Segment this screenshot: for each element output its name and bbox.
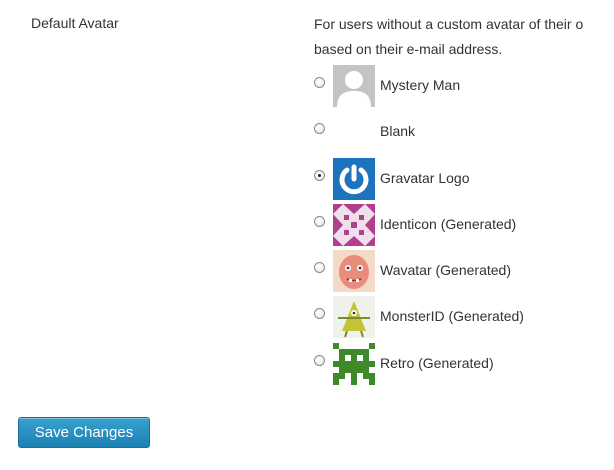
default-avatar-label: Default Avatar bbox=[31, 15, 119, 31]
gravatar-logo-avatar-icon bbox=[333, 157, 375, 200]
description-line-1: For users without a custom avatar of the… bbox=[314, 16, 584, 32]
mystery-man-avatar-icon bbox=[333, 65, 375, 107]
wavatar-avatar-icon bbox=[333, 250, 375, 293]
radio-retro[interactable] bbox=[314, 354, 325, 366]
radio-gravatar-logo[interactable] bbox=[314, 169, 325, 181]
default-avatar-description: For users without a custom avatar of the… bbox=[314, 12, 614, 62]
monsterid-avatar-icon bbox=[333, 296, 375, 339]
wavatar-label: Wavatar (Generated) bbox=[380, 262, 511, 279]
blank-label: Blank bbox=[380, 123, 416, 140]
save-changes-button[interactable]: Save Changes bbox=[18, 417, 150, 448]
retro-avatar-icon bbox=[333, 342, 375, 385]
gravatar-logo-label: Gravatar Logo bbox=[380, 169, 470, 186]
retro-label: Retro (Generated) bbox=[380, 354, 494, 371]
radio-mystery-man[interactable] bbox=[314, 77, 325, 88]
mystery-man-label: Mystery Man bbox=[380, 77, 461, 93]
monsterid-label: MonsterID (Generated) bbox=[380, 308, 524, 325]
radio-wavatar[interactable] bbox=[314, 262, 325, 274]
identicon-avatar-icon bbox=[333, 203, 375, 246]
identicon-label: Identicon (Generated) bbox=[380, 215, 517, 232]
blank-avatar-icon bbox=[333, 111, 375, 153]
radio-blank[interactable] bbox=[314, 123, 325, 135]
radio-identicon[interactable] bbox=[314, 215, 325, 227]
radio-monsterid[interactable] bbox=[314, 308, 325, 320]
description-line-2: based on their e-mail address. bbox=[314, 41, 503, 57]
